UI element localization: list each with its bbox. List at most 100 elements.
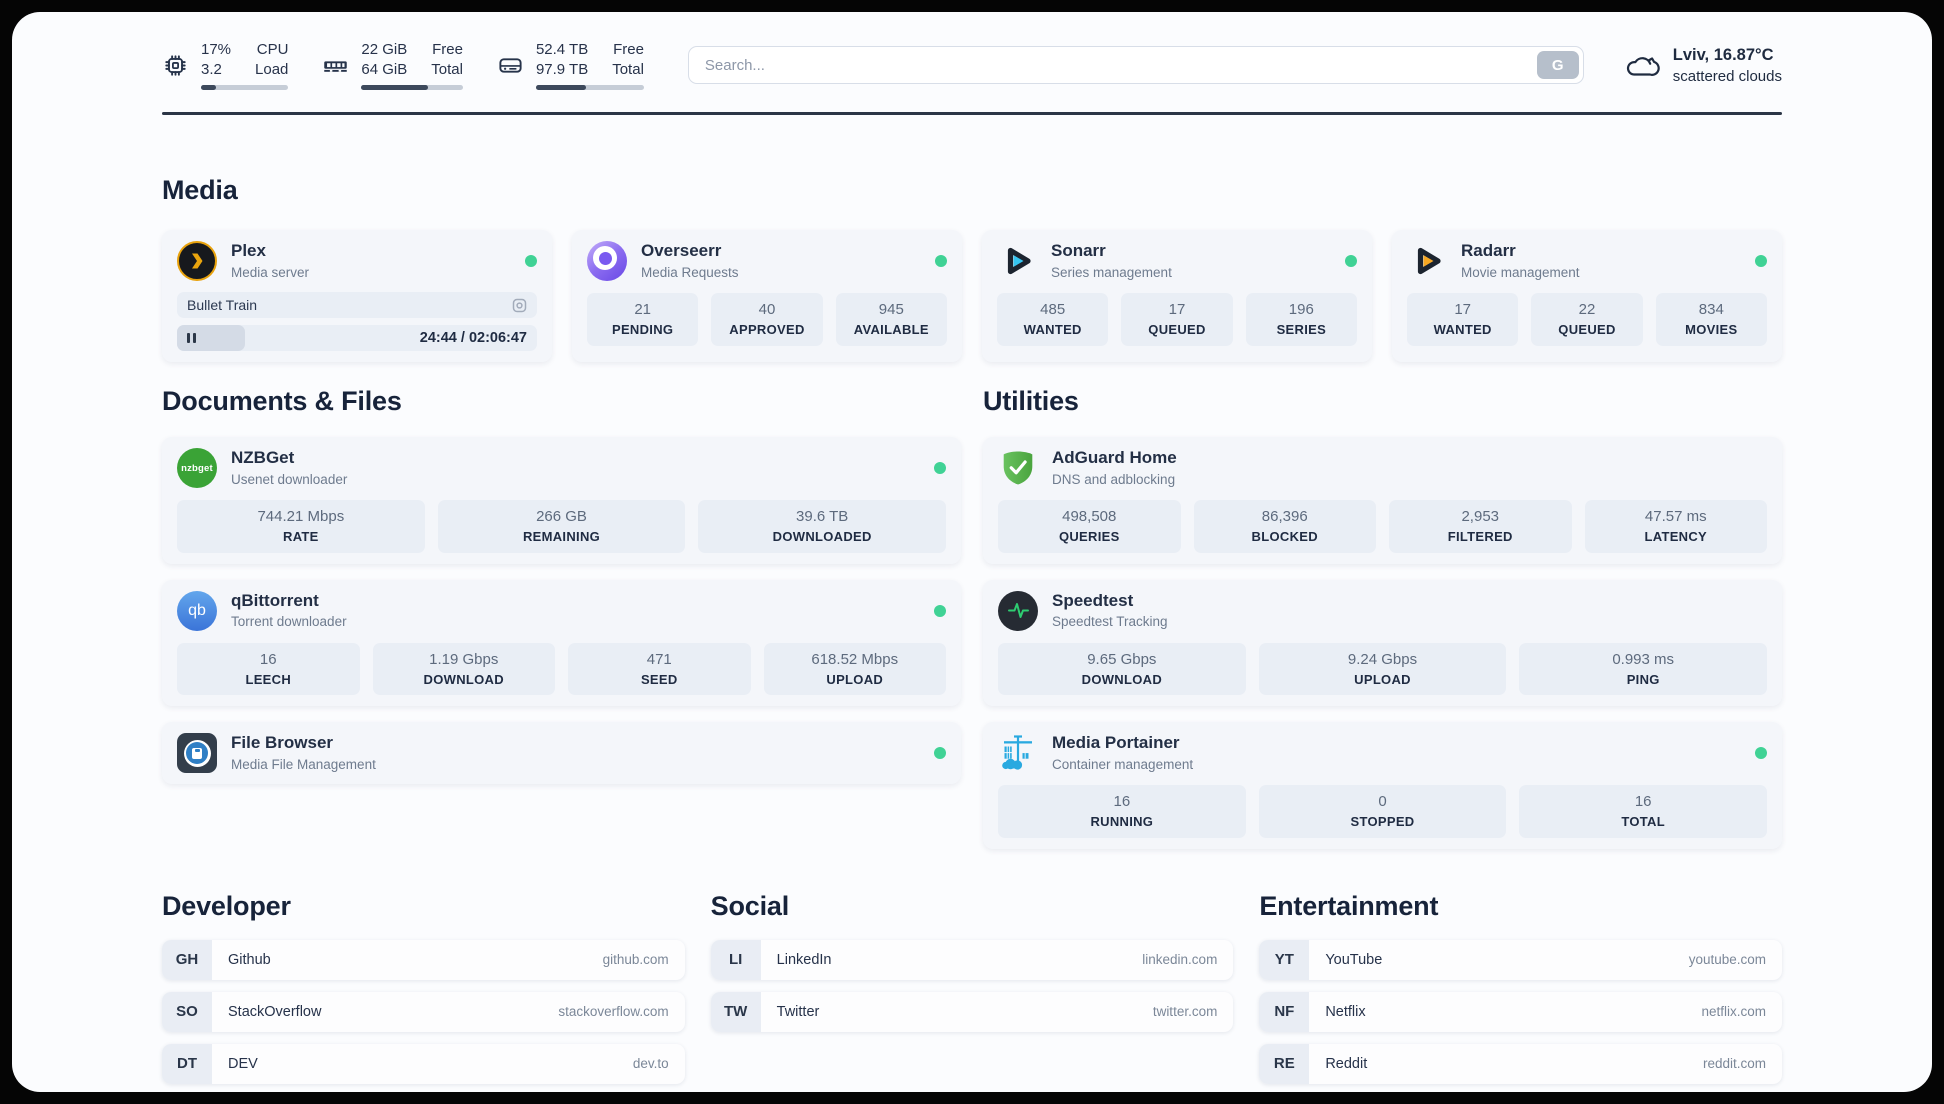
- cpu-widget: 17% 3.2 CPU Load: [162, 40, 289, 90]
- bookmark-abbr: SO: [162, 991, 212, 1032]
- bookmark-dev[interactable]: DT DEV dev.to: [162, 1043, 685, 1084]
- bookmark-abbr: NF: [1259, 991, 1310, 1032]
- bookmark-domain: twitter.com: [1152, 1004, 1218, 1020]
- dashboard-panel: 17% 3.2 CPU Load 22 GiB 64 GiB Free Tota…: [12, 12, 1932, 1092]
- stat-label: DOWNLOADED: [772, 529, 872, 544]
- service-desc: DNS and adblocking: [1052, 471, 1176, 487]
- stat-value: 471: [646, 650, 672, 668]
- stat-box: 266 GB REMAINING: [437, 500, 686, 553]
- section-title-developer: Developer: [162, 890, 291, 921]
- status-dot: [935, 255, 947, 267]
- bookmark-name: DEV: [228, 1055, 258, 1072]
- service-name: NZBGet: [231, 448, 295, 468]
- stat-label: QUEUED: [1558, 322, 1616, 337]
- service-desc: Container management: [1052, 756, 1194, 772]
- bookmark-domain: github.com: [602, 952, 669, 968]
- stat-box: 945 AVAILABLE: [835, 293, 947, 346]
- memory-total-label: Total: [431, 60, 463, 78]
- stat-label: APPROVED: [729, 322, 805, 337]
- memory-free-value: 22 GiB: [361, 41, 408, 58]
- bookmark-name: Github: [228, 951, 271, 968]
- bookmark-linkedin[interactable]: LI LinkedIn linkedin.com: [710, 939, 1234, 980]
- service-card-filebrowser[interactable]: File Browser Media File Management: [162, 722, 961, 785]
- stat-value: 9.24 Gbps: [1347, 650, 1418, 668]
- service-card-speedtest[interactable]: Speedtest Speedtest Tracking 9.65 Gbps DO…: [983, 579, 1782, 707]
- pause-icon[interactable]: [187, 333, 196, 343]
- service-card-nzbget[interactable]: nzbget NZBGet Usenet downloader 744.21 M…: [162, 437, 961, 564]
- stat-box: 16 TOTAL: [1519, 785, 1768, 838]
- service-card-plex[interactable]: Plex Media server Bullet Train 24:44 / 0…: [162, 230, 552, 362]
- service-card-overseerr[interactable]: Overseerr Media Requests 21 PENDING 40 APP…: [572, 230, 962, 362]
- service-desc: Series management: [1051, 264, 1172, 280]
- stat-label: QUEUED: [1148, 322, 1206, 337]
- disk-progress-fill: [535, 85, 586, 90]
- stat-label: PENDING: [611, 322, 674, 337]
- stat-box: 471 SEED: [568, 642, 751, 696]
- stat-box: 9.24 Gbps UPLOAD: [1258, 642, 1507, 696]
- stat-label: UPLOAD: [1354, 671, 1411, 687]
- disk-progress-track: [535, 85, 644, 90]
- service-card-sonarr[interactable]: Sonarr Series management 485 WANTED 17 QUE…: [982, 230, 1372, 362]
- bookmark-name: LinkedIn: [776, 951, 832, 968]
- service-card-qbittorrent[interactable]: qb qBittorrent Torrent downloader 16 LEEC…: [162, 579, 961, 707]
- service-card-radarr[interactable]: Radarr Movie management 17 WANTED 22 QUEUE…: [1392, 230, 1782, 362]
- bookmark-domain: netflix.com: [1701, 1004, 1766, 1020]
- stat-box: 9.65 Gbps DOWNLOAD: [998, 642, 1246, 696]
- stat-value: 485: [1040, 301, 1066, 318]
- filebrowser-icon: [177, 733, 217, 774]
- stat-box: 744.21 Mbps RATE: [177, 500, 425, 553]
- bookmark-twitter[interactable]: TW Twitter twitter.com: [710, 991, 1234, 1032]
- stat-label: FILTERED: [1447, 529, 1513, 544]
- memory-progress-fill: [361, 85, 429, 90]
- stat-value: 196: [1288, 301, 1314, 318]
- portainer-icon: [1002, 735, 1032, 770]
- section-title-utilities: Utilities: [983, 386, 1079, 416]
- stat-value: 22: [1578, 301, 1596, 318]
- now-playing-title: Bullet Train: [187, 297, 258, 313]
- stat-box: 86,396 BLOCKED: [1193, 500, 1376, 553]
- service-desc: Movie management: [1461, 264, 1580, 280]
- stat-value: 17: [1168, 301, 1186, 318]
- service-name: qBittorrent: [231, 590, 319, 610]
- weather-condition: scattered clouds: [1672, 67, 1782, 85]
- cpu-progress-fill: [201, 85, 216, 90]
- bookmark-netflix[interactable]: NF Netflix netflix.com: [1259, 991, 1782, 1032]
- stat-label: RUNNING: [1090, 814, 1154, 830]
- stat-box: 21 PENDING: [587, 293, 699, 346]
- cpu-load-value: 3.2: [201, 60, 222, 78]
- memory-icon: [324, 60, 348, 72]
- service-card-portainer[interactable]: Media Portainer Container management 16 R…: [983, 722, 1782, 849]
- search-engine-button[interactable]: G: [1536, 51, 1579, 79]
- service-desc: Torrent downloader: [231, 614, 347, 630]
- bookmark-stackoverflow[interactable]: SO StackOverflow stackoverflow.com: [162, 991, 685, 1032]
- overseerr-icon: [587, 241, 627, 281]
- bookmark-youtube[interactable]: YT YouTube youtube.com: [1259, 939, 1782, 980]
- stat-box: 40 APPROVED: [711, 293, 823, 346]
- bookmark-name: YouTube: [1325, 951, 1383, 968]
- cpu-icon: [165, 54, 186, 76]
- playback-time: 24:44 / 02:06:47: [419, 330, 527, 346]
- playback-progress: 24:44 / 02:06:47: [177, 325, 537, 351]
- bookmark-abbr: RE: [1259, 1043, 1310, 1084]
- bookmark-abbr: DT: [162, 1043, 212, 1084]
- search-input[interactable]: [687, 46, 1584, 84]
- service-desc: Media Requests: [641, 264, 739, 280]
- service-card-adguard[interactable]: AdGuard Home DNS and adblocking 498,508 Q…: [983, 437, 1782, 564]
- stat-label: DOWNLOAD: [423, 671, 504, 687]
- service-name: AdGuard Home: [1052, 448, 1177, 468]
- bookmark-domain: reddit.com: [1702, 1056, 1766, 1072]
- stat-box: 2,953 FILTERED: [1389, 500, 1572, 553]
- service-name: Speedtest: [1052, 590, 1134, 610]
- stat-value: 21: [634, 301, 651, 318]
- bookmark-reddit[interactable]: RE Reddit reddit.com: [1259, 1043, 1782, 1084]
- disk-total-label: Total: [612, 60, 644, 78]
- stat-value: 266 GB: [536, 508, 587, 525]
- memory-free-label: Free: [432, 41, 463, 58]
- bookmark-abbr: LI: [710, 939, 761, 980]
- stat-label: LEECH: [245, 671, 292, 687]
- stat-label: LATENCY: [1644, 529, 1708, 544]
- stat-label: SEED: [640, 671, 678, 687]
- bookmark-github[interactable]: GH Github github.com: [162, 939, 685, 980]
- stat-value: 0: [1378, 793, 1387, 811]
- stat-label: RATE: [283, 529, 319, 544]
